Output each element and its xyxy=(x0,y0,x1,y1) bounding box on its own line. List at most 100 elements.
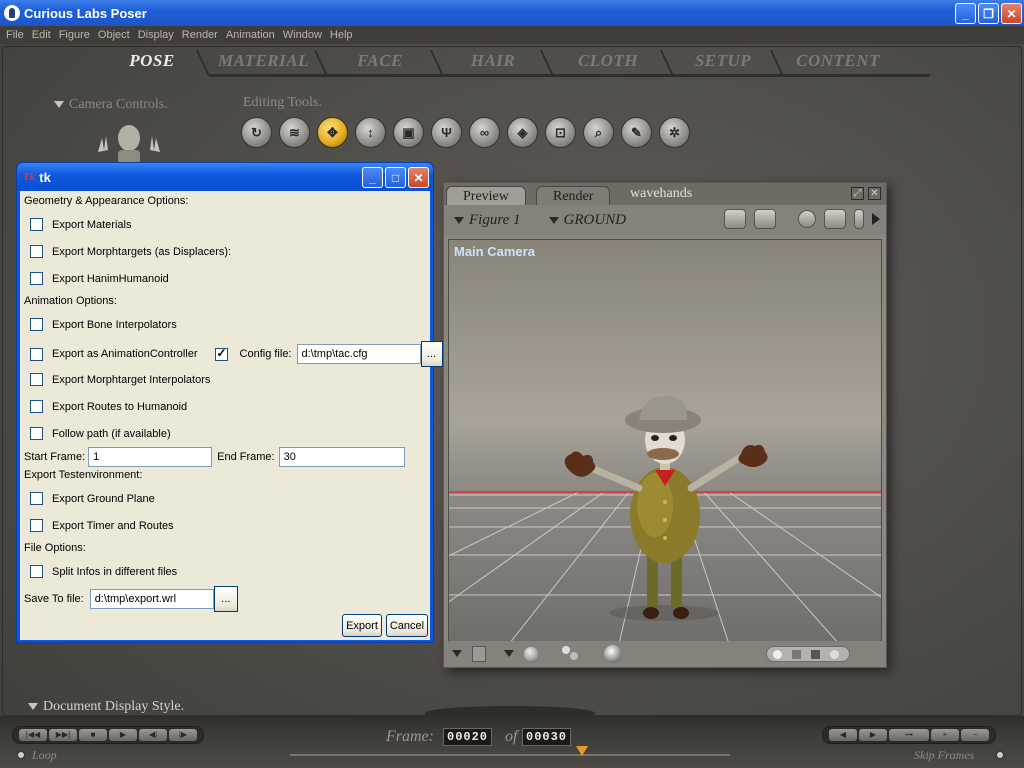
restore-button[interactable]: ❐ xyxy=(978,3,999,24)
config-file-input[interactable] xyxy=(296,344,421,364)
shadow-sphere-icon[interactable] xyxy=(604,645,622,663)
go-to-start-icon[interactable]: |◀◀ xyxy=(19,729,47,741)
start-frame-input[interactable] xyxy=(88,447,213,467)
close-button[interactable]: ✕ xyxy=(1001,3,1022,24)
move-xz-icon[interactable] xyxy=(798,210,816,228)
split-infos-checkbox[interactable] xyxy=(30,565,43,578)
chain-break-icon[interactable]: ∞ xyxy=(469,117,500,148)
follow-path-checkbox[interactable] xyxy=(30,427,43,440)
total-frames-display[interactable]: 00030 xyxy=(522,728,572,746)
morphing-tool-icon[interactable]: ✎ xyxy=(621,117,652,148)
stop-icon[interactable]: ■ xyxy=(79,729,107,741)
follow-path-label: Follow path (if available) xyxy=(52,427,171,440)
menu-figure[interactable]: Figure xyxy=(59,29,96,41)
direct-manipulation-icon[interactable]: ✲ xyxy=(659,117,690,148)
editing-tools: ↻ ≋ ✥ ↕ ▣ Ψ ∞ ◈ ⊡ ⌕ ✎ ✲ xyxy=(241,117,690,148)
dialog-minimize-button[interactable]: _ xyxy=(362,167,383,188)
menu-file[interactable]: File xyxy=(6,29,30,41)
tab-preview[interactable]: Preview xyxy=(446,186,526,205)
tab-cloth[interactable]: CLOTH xyxy=(548,48,668,76)
next-key-icon[interactable]: ▶ xyxy=(859,729,887,741)
step-back-icon[interactable]: ◀| xyxy=(139,729,167,741)
color-tool-icon[interactable]: ◈ xyxy=(507,117,538,148)
move-xy-icon[interactable] xyxy=(824,209,846,229)
scale-tool-icon[interactable]: ▣ xyxy=(393,117,424,148)
save-to-input[interactable] xyxy=(89,589,214,609)
config-file-checkbox[interactable] xyxy=(214,346,228,361)
menu-render[interactable]: Render xyxy=(182,29,224,41)
translate-in-out-icon[interactable]: ↕ xyxy=(355,117,386,148)
camera-controls-header[interactable]: Camera Controls. xyxy=(54,97,168,113)
menu-object[interactable]: Object xyxy=(98,29,136,41)
edit-keyframes-icon[interactable]: ⊶ xyxy=(889,729,929,741)
translate-tool-icon[interactable]: ✥ xyxy=(317,117,348,148)
export-button[interactable]: Export xyxy=(342,614,382,637)
cube-icon[interactable] xyxy=(472,646,486,662)
tab-hair[interactable]: HAIR xyxy=(438,48,548,76)
minimize-button[interactable]: _ xyxy=(955,3,976,24)
tab-face[interactable]: FACE xyxy=(322,48,438,76)
end-frame-input[interactable] xyxy=(278,447,405,467)
export-ground-checkbox[interactable] xyxy=(30,492,43,505)
camera-head-control[interactable] xyxy=(94,124,164,164)
menu-window[interactable]: Window xyxy=(283,29,328,41)
previous-key-icon[interactable]: ◀ xyxy=(829,729,857,741)
tab-setup[interactable]: SETUP xyxy=(668,48,778,76)
tab-content[interactable]: CONTENT xyxy=(778,48,898,76)
view-magnifier-icon[interactable]: ⌕ xyxy=(583,117,614,148)
layout-selector[interactable] xyxy=(766,646,850,662)
play-icon[interactable]: ▶ xyxy=(109,729,137,741)
timeline-scrubber[interactable] xyxy=(576,746,588,756)
figure-dropdown[interactable]: Figure 1 xyxy=(454,212,521,229)
export-hanim-checkbox[interactable] xyxy=(30,272,43,285)
3d-viewport[interactable]: Main Camera xyxy=(448,239,882,643)
rotate-tool-icon[interactable]: ↻ xyxy=(241,117,272,148)
go-to-end-icon[interactable]: ▶▶| xyxy=(49,729,77,741)
pin-window-icon[interactable]: ⤢ xyxy=(851,187,864,200)
current-frame-display[interactable]: 00020 xyxy=(443,728,493,746)
step-forward-icon[interactable]: |▶ xyxy=(169,729,197,741)
dialog-titlebar[interactable]: Tk tk _ □ ✕ xyxy=(17,163,433,191)
dialog-maximize-button[interactable]: □ xyxy=(385,167,406,188)
select-window-icon[interactable] xyxy=(754,209,776,229)
loop-toggle[interactable] xyxy=(17,751,25,759)
poser-app-icon[interactable] xyxy=(4,5,20,21)
export-timer-checkbox[interactable] xyxy=(30,519,43,532)
tab-material[interactable]: MATERIAL xyxy=(204,48,322,76)
export-morphtargets-checkbox[interactable] xyxy=(30,245,43,258)
menu-help[interactable]: Help xyxy=(330,29,359,41)
zoom-control-icon[interactable] xyxy=(854,209,864,229)
animation-controls: |◀◀ ▶▶| ■ ▶ ◀| |▶ Loop Frame: 00020 of 0… xyxy=(0,716,1024,768)
grouping-tool-icon[interactable]: ⊡ xyxy=(545,117,576,148)
menu-edit[interactable]: Edit xyxy=(32,29,57,41)
menu-display[interactable]: Display xyxy=(138,29,180,41)
skip-frames-toggle[interactable] xyxy=(996,751,1004,759)
config-file-browse-button[interactable]: ... xyxy=(420,341,443,367)
document-display-style-header[interactable]: Document Display Style. xyxy=(28,699,184,715)
dialog-window-controls: _ □ ✕ xyxy=(362,167,429,188)
menu-animation[interactable]: Animation xyxy=(226,29,281,41)
export-routes-checkbox[interactable] xyxy=(30,400,43,413)
export-materials-checkbox[interactable] xyxy=(30,218,43,231)
delete-key-icon[interactable]: − xyxy=(961,729,989,741)
add-key-icon[interactable]: + xyxy=(931,729,959,741)
tab-pose[interactable]: POSE xyxy=(100,48,204,76)
timeline-slider[interactable] xyxy=(290,754,730,756)
expand-right-icon[interactable] xyxy=(872,213,880,225)
save-to-browse-button[interactable]: ... xyxy=(213,586,238,612)
tracking-dropdown-icon[interactable] xyxy=(504,650,514,657)
export-morph-interp-checkbox[interactable] xyxy=(30,373,43,386)
twist-tool-icon[interactable]: ≋ xyxy=(279,117,310,148)
object-dropdown[interactable]: GROUND xyxy=(548,212,626,229)
taper-tool-icon[interactable]: Ψ xyxy=(431,117,462,148)
display-style-dropdown-icon[interactable] xyxy=(452,650,462,657)
sphere-icon[interactable] xyxy=(524,647,538,661)
dialog-close-button[interactable]: ✕ xyxy=(408,167,429,188)
export-anim-controller-checkbox[interactable] xyxy=(30,347,43,361)
tab-render[interactable]: Render xyxy=(536,186,611,205)
cancel-button[interactable]: Cancel xyxy=(386,614,428,637)
depth-cue-icon[interactable] xyxy=(562,646,582,662)
export-bone-interp-checkbox[interactable] xyxy=(30,318,43,331)
close-window-icon[interactable]: ✕ xyxy=(868,187,881,200)
camera-icon[interactable] xyxy=(724,209,746,229)
